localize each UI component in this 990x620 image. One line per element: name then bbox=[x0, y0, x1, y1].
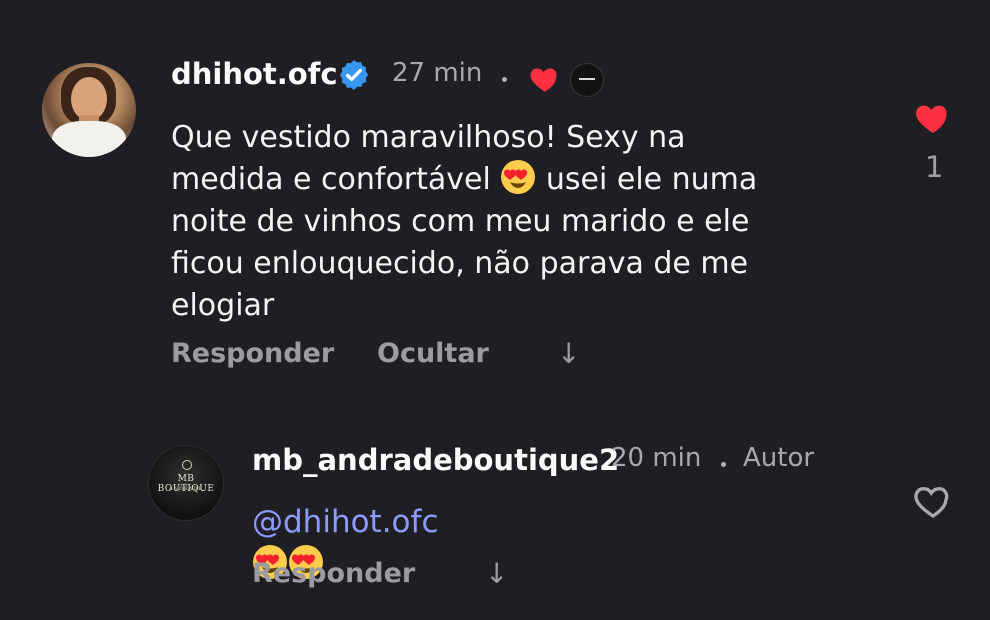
arrow-down-icon[interactable]: ↓ bbox=[557, 340, 580, 368]
creator-liked-heart-icon bbox=[530, 68, 557, 92]
author-badge: Autor bbox=[743, 443, 815, 473]
verified-badge-icon bbox=[339, 60, 369, 90]
comment-text-line-2-after: usei ele numa bbox=[536, 162, 758, 197]
mention-link[interactable]: @dhihot.ofc bbox=[252, 504, 438, 540]
avatar[interactable] bbox=[42, 63, 136, 157]
separator-dot bbox=[502, 77, 507, 82]
reply-button[interactable]: Responder bbox=[171, 338, 334, 369]
reply-avatar[interactable]: MB BOUTIQUE ANDRADE bbox=[148, 445, 224, 521]
avatar-brand-bottom: ANDRADE bbox=[168, 486, 204, 492]
hide-button[interactable]: Ocultar bbox=[377, 338, 489, 369]
like-heart-filled-icon[interactable] bbox=[910, 98, 956, 138]
reply-time: 20 min bbox=[611, 443, 702, 473]
arrow-down-icon[interactable]: ↓ bbox=[485, 560, 508, 588]
like-count: 1 bbox=[925, 150, 944, 184]
comment-username[interactable]: dhihot.ofc bbox=[171, 57, 338, 91]
heart-eyes-emoji-icon bbox=[500, 159, 536, 195]
like-heart-outline-icon[interactable] bbox=[910, 481, 956, 521]
comment-text: Que vestido maravilhoso! Sexy na medida … bbox=[171, 117, 871, 327]
separator-dot bbox=[721, 462, 726, 467]
comment-text-line-3: noite de vinhos com meu marido e ele bbox=[171, 204, 750, 239]
crest-icon bbox=[182, 460, 192, 470]
comment-text-line-2-before: medida e confortável bbox=[171, 162, 501, 197]
reply-button[interactable]: Responder bbox=[252, 558, 415, 589]
comment-text-line-4: ficou enlouquecido, não parava de me bbox=[171, 246, 749, 281]
reply-username[interactable]: mb_andradeboutique2 bbox=[252, 443, 619, 477]
creator-avatar-mini bbox=[570, 63, 604, 97]
comment-text-line-5: elogiar bbox=[171, 288, 275, 323]
comment-text-line-1: Que vestido maravilhoso! Sexy na bbox=[171, 120, 686, 155]
comment-text-line-2: medida e confortável usei ele numa bbox=[171, 159, 871, 201]
avatar-shirt bbox=[52, 121, 126, 157]
comment-time: 27 min bbox=[392, 58, 483, 88]
